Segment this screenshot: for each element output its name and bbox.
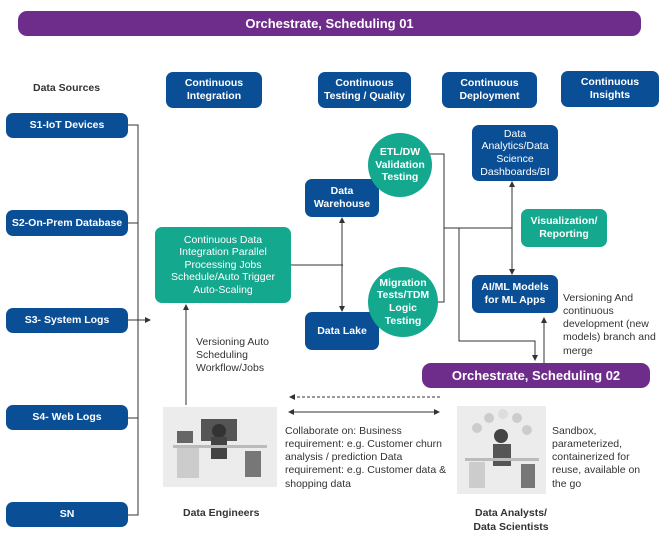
data-scientists-illustration	[457, 406, 546, 494]
phase-deployment: Continuous Deployment	[442, 72, 537, 108]
collaborate-note: Collaborate on: Business requirement: e.…	[285, 425, 447, 490]
continuous-data-integration: Continuous Data Integration Parallel Pro…	[155, 227, 291, 303]
migration-testing: Migration Tests/TDM Logic Testing	[368, 267, 438, 337]
diagram: Orchestrate, Scheduling 01 Data Sources …	[0, 0, 663, 543]
versioning-models-note: Versioning And continuous development (n…	[563, 292, 656, 357]
phase-testing: Continuous Testing / Quality	[318, 72, 411, 108]
source-s3: S3- System Logs	[6, 308, 128, 333]
data-analytics: Data Analytics/Data Science Dashboards/B…	[472, 125, 558, 181]
aiml-models: AI/ML Models for ML Apps	[472, 275, 558, 313]
source-s2: S2-On-Prem Database	[6, 210, 128, 236]
data-sources-label: Data Sources	[33, 82, 101, 94]
data-lake: Data Lake	[305, 312, 379, 350]
sandbox-note: Sandbox, parameterized, containerized fo…	[552, 425, 641, 490]
data-warehouse: Data Warehouse	[305, 179, 379, 217]
data-engineers-illustration	[163, 407, 277, 487]
phase-insights: Continuous Insights	[561, 71, 659, 107]
versioning-jobs-note: Versioning Auto Scheduling Workflow/Jobs	[196, 336, 269, 375]
data-engineers-label: Data Engineers	[183, 507, 260, 519]
data-scientists-label: Data Analysts/ Data Scientists	[473, 507, 549, 533]
visualization-reporting: Visualization/ Reporting	[521, 209, 607, 247]
phase-integration: Continuous Integration	[166, 72, 262, 108]
source-s1: S1-IoT Devices	[6, 113, 128, 138]
etl-validation-testing: ETL/DW Validation Testing	[368, 133, 432, 197]
orchestrate-01-bar: Orchestrate, Scheduling 01	[18, 11, 641, 36]
orchestrate-02-bar: Orchestrate, Scheduling 02	[422, 363, 650, 388]
source-s4: S4- Web Logs	[6, 405, 128, 430]
source-sn: SN	[6, 502, 128, 527]
